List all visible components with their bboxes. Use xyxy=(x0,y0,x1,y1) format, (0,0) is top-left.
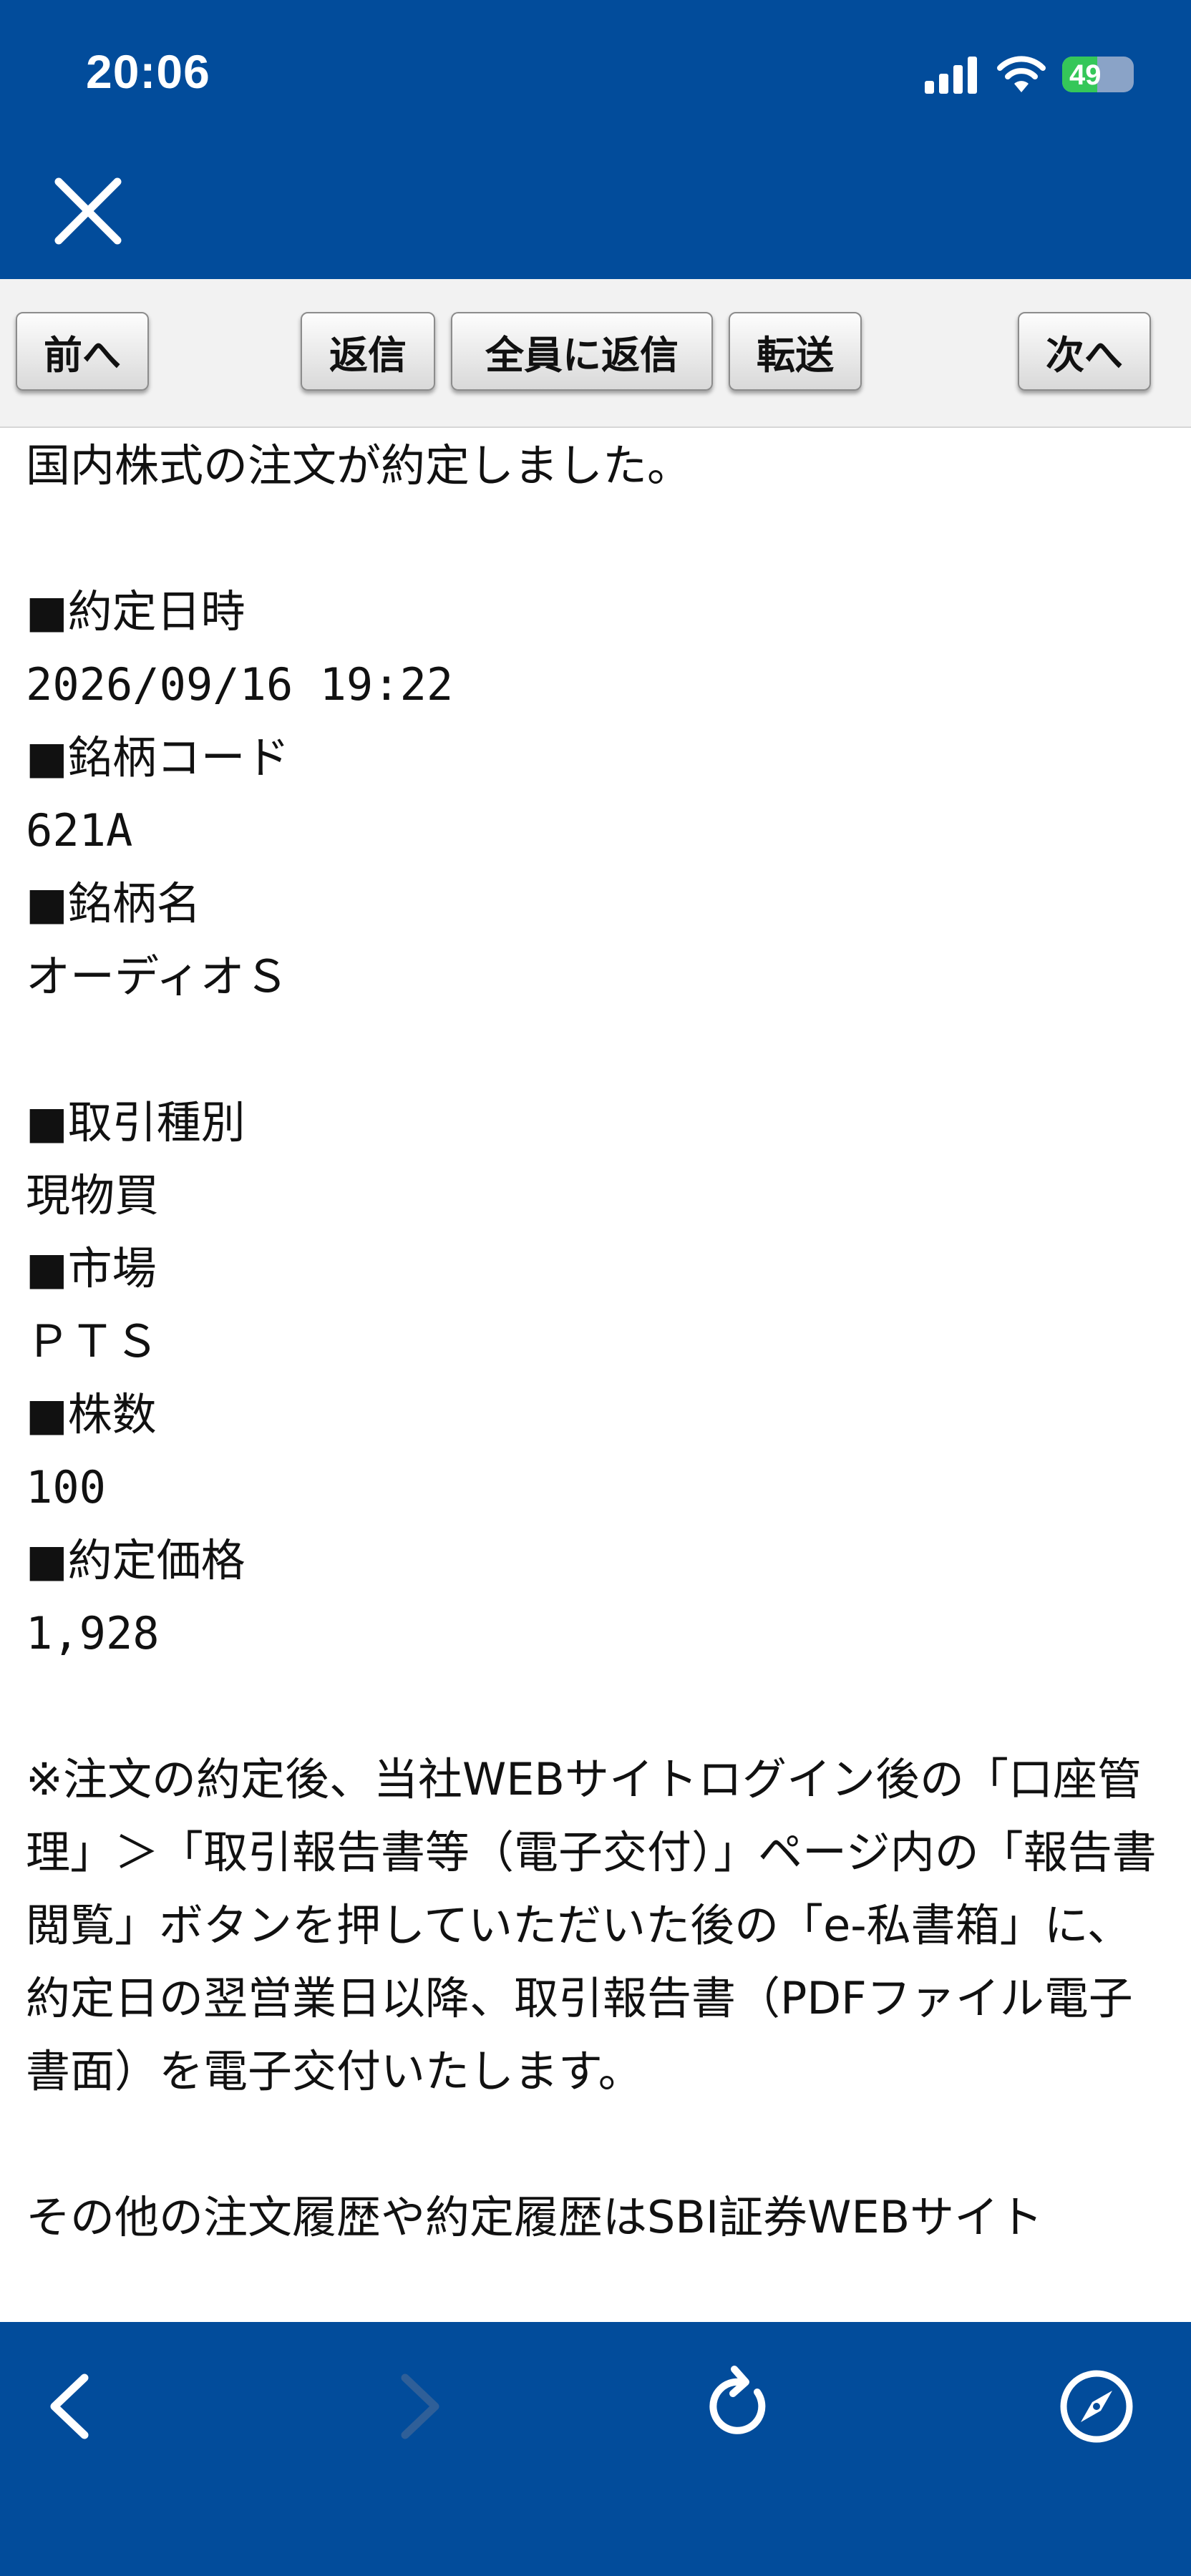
close-button[interactable] xyxy=(49,172,127,250)
chevron-right-icon xyxy=(401,2373,439,2439)
footer-text: その他の注文履歴や約定履歴はSBI証券WEBサイト xyxy=(26,2191,1044,2243)
status-bar: 20:06 49 xyxy=(0,0,1191,143)
message-intro: 国内株式の注文が約定しました。 xyxy=(26,439,692,492)
reply-all-button[interactable]: 全員に返信 xyxy=(451,312,713,391)
wifi-icon xyxy=(997,56,1046,92)
trade-type-value: 現物買 xyxy=(26,1169,160,1221)
exec-datetime-label: ■約定日時 xyxy=(26,585,246,638)
prev-button[interactable]: 前へ xyxy=(16,312,149,391)
bottom-toolbar xyxy=(0,2322,1191,2576)
reload-icon xyxy=(709,2366,766,2434)
reply-button[interactable]: 返信 xyxy=(301,312,435,391)
battery-level-text: 49 xyxy=(1069,59,1102,91)
message-body: 国内株式の注文が約定しました。 ■約定日時 2026/09/16 19:22 ■… xyxy=(26,429,1171,2318)
mail-toolbar: 前へ 返信 全員に返信 転送 次へ xyxy=(0,279,1191,428)
reload-button[interactable] xyxy=(697,2363,783,2449)
market-label: ■市場 xyxy=(26,1242,157,1294)
close-icon xyxy=(54,177,122,245)
chevron-left-icon xyxy=(50,2373,89,2439)
back-button[interactable] xyxy=(31,2363,117,2449)
open-in-browser-button[interactable] xyxy=(1054,2363,1139,2449)
price-value: 1,928 xyxy=(26,1607,160,1659)
trade-type-label: ■取引種別 xyxy=(26,1096,246,1148)
code-label: ■銘柄コード xyxy=(26,731,290,784)
status-icons: 49 xyxy=(923,53,1134,96)
battery-icon: 49 xyxy=(1062,57,1134,92)
disclosure-note: ※注文の約定後、当社WEBサイトログイン後の「口座管理」＞「取引報告書等（電子交… xyxy=(26,1753,1157,2097)
shares-value: 100 xyxy=(26,1461,106,1513)
exec-datetime-value: 2026/09/16 19:22 xyxy=(26,658,454,711)
status-time: 20:06 xyxy=(86,45,210,98)
forward-button[interactable]: 転送 xyxy=(729,312,862,391)
forward-nav-button[interactable] xyxy=(372,2363,458,2449)
market-value: ＰＴＳ xyxy=(26,1315,160,1367)
signal-icon xyxy=(925,57,977,94)
code-value: 621A xyxy=(26,804,133,857)
next-button[interactable]: 次へ xyxy=(1018,312,1151,391)
compass-icon xyxy=(1060,2370,1133,2443)
nav-bar xyxy=(0,143,1191,279)
name-label: ■銘柄名 xyxy=(26,877,201,930)
name-value: オーディオＳ xyxy=(26,950,289,1002)
price-label: ■約定価格 xyxy=(26,1534,246,1586)
shares-label: ■株数 xyxy=(26,1388,157,1440)
